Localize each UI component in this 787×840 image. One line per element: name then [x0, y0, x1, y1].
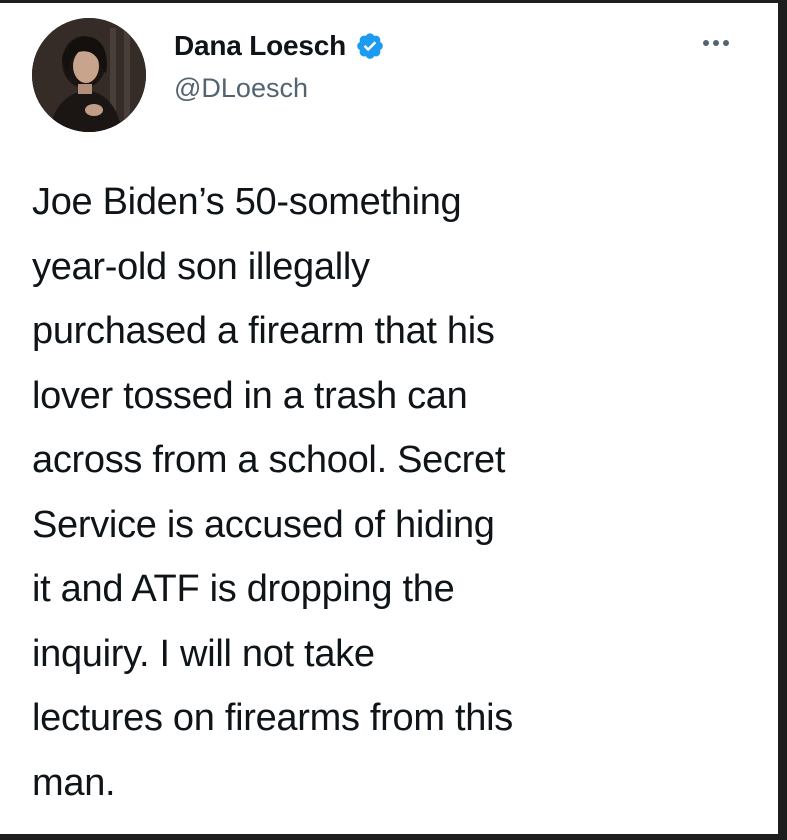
- tweet-text-line: Service is accused of hiding: [32, 503, 495, 546]
- author-handle[interactable]: @DLoesch: [174, 73, 308, 104]
- verified-badge-icon: [355, 31, 385, 61]
- tweet-text-line: it and ATF is dropping the: [32, 568, 455, 610]
- display-name[interactable]: Dana Loesch: [174, 30, 346, 62]
- tweet-text-line: lectures on firearms from this: [32, 697, 513, 739]
- more-options-icon: [723, 40, 729, 46]
- more-options-button[interactable]: [696, 31, 736, 55]
- avatar[interactable]: [32, 18, 146, 132]
- tweet-text-line: year-old son illegally: [32, 245, 370, 288]
- more-options-icon: [703, 40, 709, 46]
- tweet-text: Joe Biden’s 50-something year-old son il…: [32, 170, 757, 815]
- tweet-text-line: lover tossed in a trash can: [32, 374, 468, 417]
- tweet-text-line: purchased a firearm that his: [32, 310, 495, 352]
- tweet-text-line: across from a school. Secret: [32, 439, 506, 481]
- author-row: Dana Loesch: [174, 30, 385, 62]
- profile-photo-icon: [32, 18, 146, 132]
- tweet-card: Dana Loesch @DLoesch Joe Biden’s 50-some…: [0, 0, 787, 840]
- more-options-icon: [713, 40, 719, 46]
- tweet-text-line: man.: [32, 761, 116, 804]
- tweet-text-line: Joe Biden’s 50-something: [32, 181, 462, 223]
- tweet-text-line: inquiry. I will not take: [32, 632, 375, 675]
